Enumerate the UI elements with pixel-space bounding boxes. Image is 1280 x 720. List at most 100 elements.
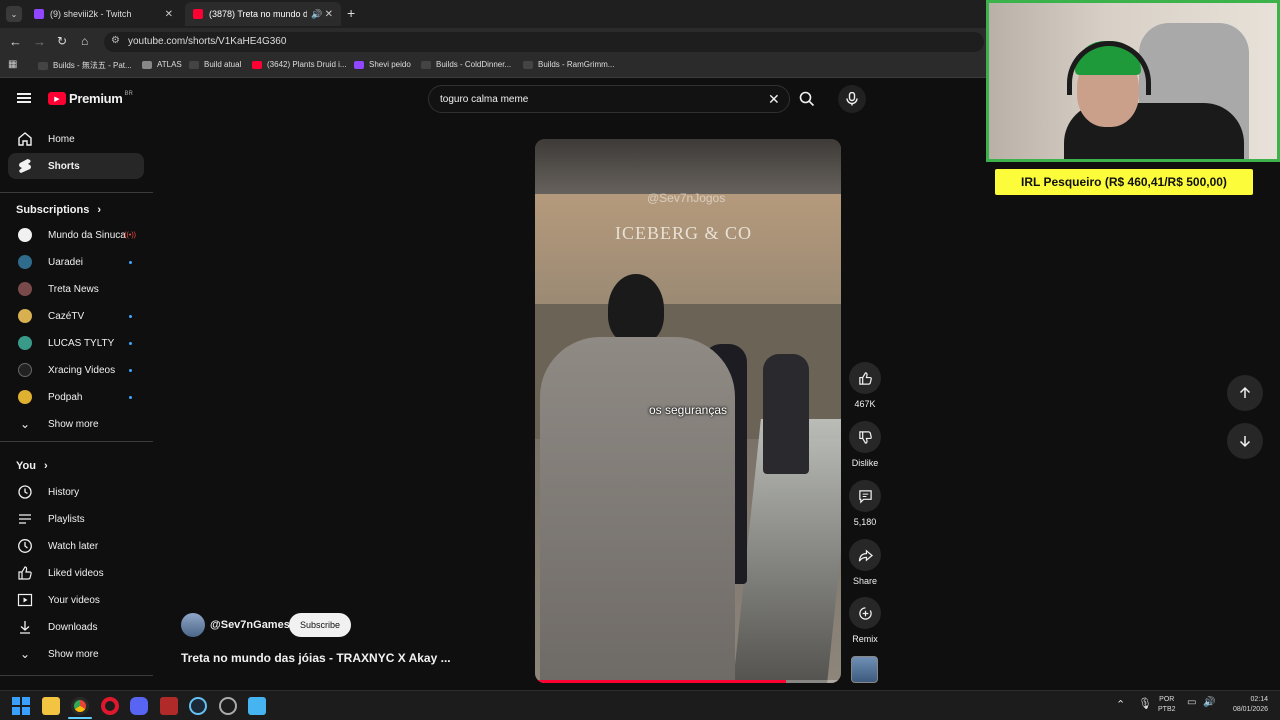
- video-watermark: @Sev7nJogos: [647, 191, 726, 205]
- bookmark-item[interactable]: Shevi peido: [354, 60, 411, 69]
- previous-short-button[interactable]: [1227, 375, 1263, 411]
- sidebar-item-label: Treta News: [48, 283, 99, 295]
- shorts-video-player[interactable]: @Sev7nJogos ICEBERG & CO os seguranças: [535, 139, 841, 683]
- sidebar-item-shorts[interactable]: Shorts: [8, 153, 144, 179]
- sidebar-show-more-subscriptions[interactable]: ⌄ Show more: [8, 411, 144, 437]
- next-short-button[interactable]: [1227, 423, 1263, 459]
- sidebar-item-subscription[interactable]: CazéTV: [8, 303, 144, 329]
- sidebar-item-label: Playlists: [48, 513, 85, 525]
- channel-name[interactable]: @Sev7nGames: [210, 619, 290, 631]
- tab-search-button[interactable]: ⌄: [6, 6, 22, 22]
- tab-twitch[interactable]: (9) sheviii2k - Twitch ✕: [26, 2, 181, 26]
- new-content-dot: [129, 368, 132, 372]
- language-indicator[interactable]: POR PTB2: [1158, 695, 1176, 715]
- opera-icon[interactable]: [101, 697, 119, 715]
- video-scene-wall: [535, 194, 841, 304]
- sidebar-item-playlists[interactable]: Playlists: [8, 506, 144, 532]
- bookmark-item[interactable]: Builds - RamGrimm...: [523, 60, 614, 69]
- voice-search-button[interactable]: [838, 85, 866, 113]
- thumbs-up-icon: [16, 564, 34, 582]
- tab-label: (9) sheviii2k - Twitch: [50, 9, 132, 19]
- short-title[interactable]: Treta no mundo das jóias - TRAXNYC X Aka…: [181, 651, 451, 665]
- new-tab-button[interactable]: +: [347, 5, 355, 21]
- sidebar-item-label: Your videos: [48, 594, 100, 606]
- bookmark-item[interactable]: Builds - 無法五 - Pat...: [38, 60, 132, 71]
- bookmark-icon: [38, 61, 48, 70]
- video-progress-track[interactable]: [535, 680, 841, 683]
- microphone-icon[interactable]: 🎙: [1138, 697, 1152, 710]
- close-tab-icon[interactable]: ✕: [325, 9, 333, 20]
- sidebar-item-subscription[interactable]: Uaradei: [8, 249, 144, 275]
- sidebar-item-watch-later[interactable]: Watch later: [8, 533, 144, 559]
- microphone-icon: [846, 92, 858, 106]
- sidebar-item-liked-videos[interactable]: Liked videos: [8, 560, 144, 586]
- channel-avatar[interactable]: [181, 613, 205, 637]
- sidebar-item-subscription[interactable]: Mundo da Sinuca ((•)): [8, 222, 144, 248]
- site-info-icon[interactable]: ⚙: [111, 35, 120, 46]
- comment-count: 5,180: [853, 517, 877, 527]
- remix-label: Remix: [852, 634, 878, 644]
- clock[interactable]: 02:14 08/01/2026: [1222, 695, 1268, 715]
- sidebar-item-subscription[interactable]: Xracing Videos: [8, 357, 144, 383]
- video-progress-fill: [535, 680, 786, 683]
- dislike-button[interactable]: Dislike: [848, 421, 882, 468]
- sidebar-item-history[interactable]: History: [8, 479, 144, 505]
- bookmark-item[interactable]: Builds - ColdDinner...: [421, 60, 511, 69]
- thumbs-up-icon: [849, 362, 881, 394]
- subscriptions-heading[interactable]: Subscriptions ›: [16, 204, 101, 216]
- search-button[interactable]: [790, 85, 824, 113]
- chevron-down-icon: ⌄: [19, 417, 31, 431]
- chrome-icon[interactable]: [71, 697, 89, 715]
- chevron-up-icon[interactable]: ⌃: [1116, 698, 1125, 711]
- volume-icon[interactable]: 🔊: [1203, 697, 1215, 708]
- file-explorer-icon[interactable]: [42, 697, 60, 715]
- like-button[interactable]: 467K: [848, 362, 882, 409]
- sidebar-item-label: Shorts: [48, 160, 80, 172]
- tab-label: (3878) Treta no mundo das: [209, 9, 307, 19]
- sidebar-item-your-videos[interactable]: Your videos: [8, 587, 144, 613]
- clear-search-icon[interactable]: ✕: [768, 91, 780, 108]
- bookmark-item[interactable]: (3642) Plants Druid i...: [252, 60, 347, 69]
- sound-avatar[interactable]: [851, 656, 878, 683]
- sidebar-item-label: History: [48, 486, 80, 498]
- close-tab-icon[interactable]: ✕: [165, 9, 173, 20]
- bookmark-item[interactable]: Build atual: [189, 60, 241, 69]
- new-content-dot: [129, 314, 132, 318]
- app-icon[interactable]: [219, 697, 237, 715]
- bookmark-icon: [421, 60, 431, 69]
- bookmark-item[interactable]: ATLAS: [142, 60, 182, 69]
- address-bar[interactable]: ⚙ youtube.com/shorts/V1KaHE4G360: [104, 32, 984, 52]
- sidebar-item-home[interactable]: Home: [8, 126, 144, 152]
- sidebar-item-label: Uaradei: [48, 256, 84, 268]
- sidebar-item-subscription[interactable]: Podpah: [8, 384, 144, 410]
- subscribe-button[interactable]: Subscribe: [289, 613, 351, 637]
- share-button[interactable]: Share: [848, 539, 882, 586]
- sidebar-item-subscription[interactable]: Treta News: [8, 276, 144, 302]
- you-heading[interactable]: You ›: [16, 460, 48, 472]
- display-icon[interactable]: ▭: [1187, 697, 1196, 708]
- sidebar-item-subscription[interactable]: LUCAS TYLTY: [8, 330, 144, 356]
- tab-youtube[interactable]: (3878) Treta no mundo das 🔊 ✕: [185, 2, 341, 26]
- remix-button[interactable]: Remix: [848, 597, 882, 644]
- back-icon[interactable]: ←: [9, 34, 22, 49]
- home-icon[interactable]: ⌂: [81, 34, 88, 48]
- notepad-icon[interactable]: [248, 697, 266, 715]
- sidebar-show-more-you[interactable]: ⌄ Show more: [8, 641, 144, 667]
- sidebar-item-label: Show more: [48, 648, 99, 660]
- apps-icon[interactable]: ▦: [8, 59, 17, 70]
- menu-icon[interactable]: [17, 93, 31, 103]
- active-app-indicator: [68, 717, 92, 719]
- comments-button[interactable]: 5,180: [848, 480, 882, 527]
- speaker-icon[interactable]: 🔊: [311, 9, 322, 20]
- windows-start-icon[interactable]: [12, 697, 30, 715]
- youtube-logo[interactable]: ▶ Premium BR: [48, 91, 133, 106]
- discord-icon[interactable]: [130, 697, 148, 715]
- dislike-label: Dislike: [851, 458, 879, 468]
- reload-icon[interactable]: ↻: [57, 34, 67, 48]
- forward-icon[interactable]: →: [33, 34, 46, 49]
- steam-icon[interactable]: [189, 697, 207, 715]
- sidebar-item-label: LUCAS TYLTY: [48, 337, 115, 349]
- sidebar-item-downloads[interactable]: Downloads: [8, 614, 144, 640]
- search-input[interactable]: toguro calma meme: [440, 94, 528, 105]
- news-app-icon[interactable]: [160, 697, 178, 715]
